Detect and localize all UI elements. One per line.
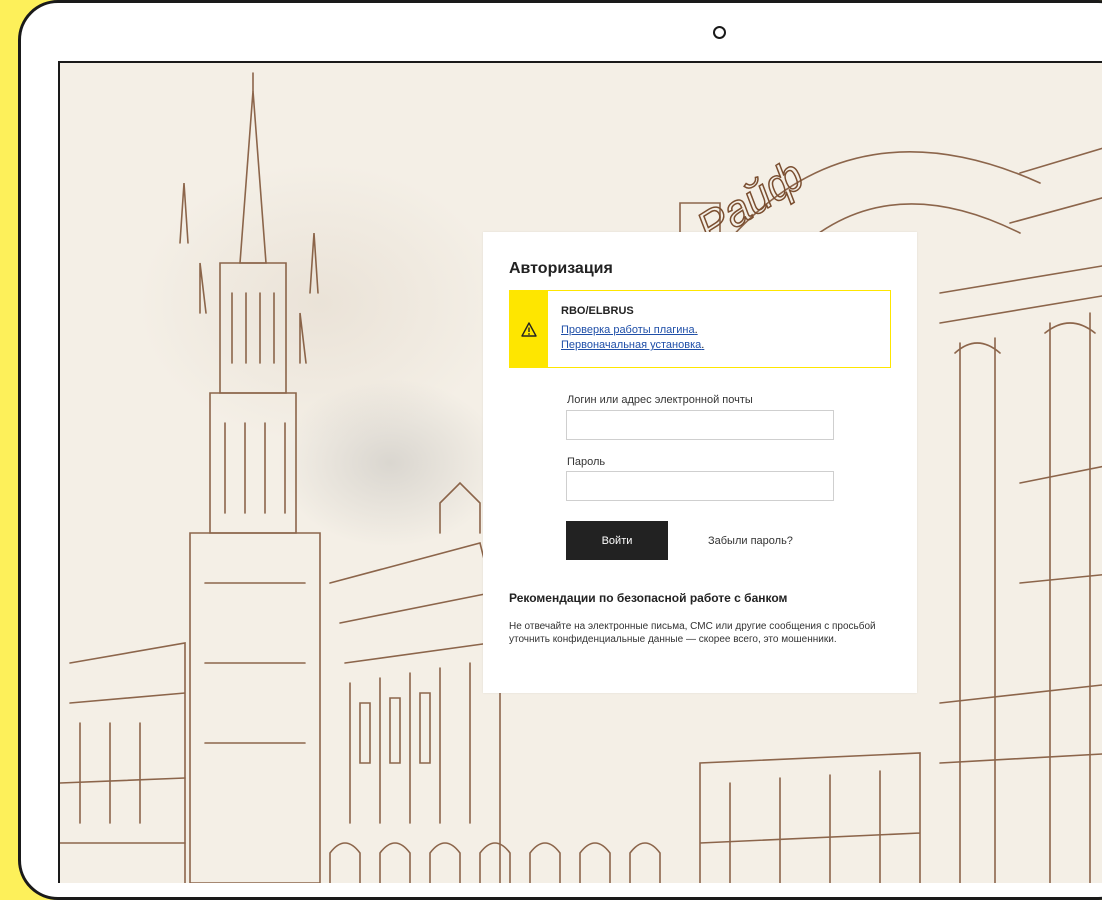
password-input[interactable] bbox=[566, 471, 834, 501]
initial-install-link[interactable]: Первоначальная установка. bbox=[561, 339, 704, 351]
login-button[interactable]: Войти bbox=[566, 521, 668, 560]
forgot-password-link[interactable]: Забыли пароль? bbox=[708, 535, 793, 547]
initial-install-link-dot: . bbox=[701, 339, 705, 351]
alert-side-bar bbox=[510, 291, 548, 367]
login-label: Логин или адрес электронной почты bbox=[567, 394, 753, 406]
initial-install-link-label: Первоначальная установка bbox=[561, 339, 702, 351]
login-input[interactable] bbox=[566, 410, 834, 440]
warning-icon bbox=[521, 321, 537, 337]
auth-card: Авторизация RBO/ELBRUS Проверка работы п… bbox=[483, 232, 917, 693]
plugin-check-link-dot: . bbox=[694, 324, 698, 336]
plugin-check-link-label: Проверка работы плагина bbox=[561, 324, 695, 336]
plugin-check-link[interactable]: Проверка работы плагина. bbox=[561, 324, 698, 336]
alert-title: RBO/ELBRUS bbox=[561, 305, 634, 317]
camera-icon bbox=[713, 26, 726, 39]
password-label: Пароль bbox=[567, 456, 606, 468]
plugin-alert: RBO/ELBRUS Проверка работы плагина. Перв… bbox=[509, 290, 891, 368]
page-title: Авторизация bbox=[509, 260, 613, 277]
recommendations-title: Рекомендации по безопасной работе с банк… bbox=[509, 591, 788, 605]
recommendations-text: Не отвечайте на электронные письма, СМС … bbox=[509, 621, 876, 645]
